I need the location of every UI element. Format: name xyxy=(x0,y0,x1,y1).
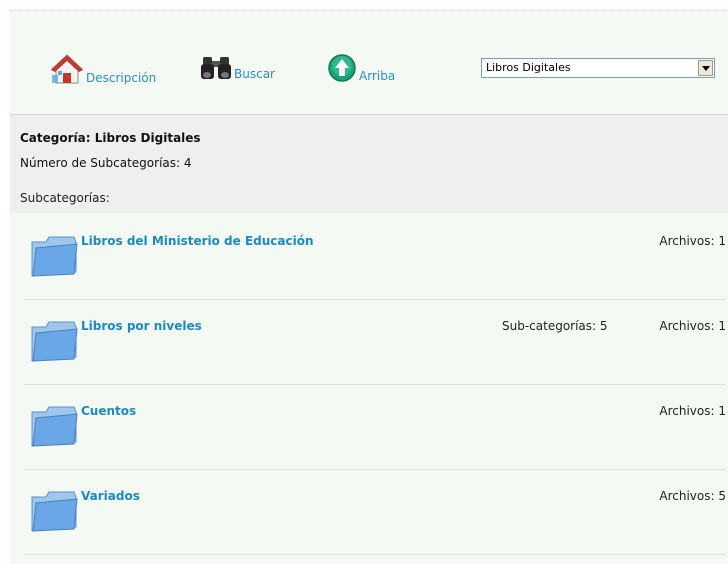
subcategory-link[interactable]: Libros del Ministerio de Educación xyxy=(81,234,314,248)
files-count: Archivos: 1 xyxy=(659,404,726,418)
folder-icon xyxy=(31,491,78,532)
search-button[interactable]: Buscar xyxy=(200,55,275,81)
folder-icon xyxy=(31,321,78,362)
up-label: Arriba xyxy=(359,69,396,83)
folder-icon xyxy=(31,236,78,277)
subcategory-link[interactable]: Variados xyxy=(81,489,140,503)
up-arrow-circle-icon xyxy=(328,54,356,82)
description-button[interactable]: Descripción xyxy=(50,53,156,85)
subcategory-count: Número de Subcategorías: 4 xyxy=(20,156,192,170)
chevron-down-icon[interactable] xyxy=(698,60,713,76)
subcategory-count-badge: Sub-categorías: 5 xyxy=(502,319,608,333)
subcategory-link[interactable]: Libros por niveles xyxy=(81,319,202,333)
search-label: Buscar xyxy=(234,67,275,81)
list-item: Libros del Ministerio de Educación Archi… xyxy=(24,214,726,300)
subcategories-header: Subcategorías: xyxy=(10,183,728,213)
list-item: Cuentos Archivos: 1 xyxy=(24,384,726,470)
subcategories-header-label: Subcategorías: xyxy=(20,191,110,205)
category-title: Categoría: Libros Digitales xyxy=(20,131,201,145)
list-item: Variados Archivos: 5 xyxy=(24,469,726,555)
files-count: Archivos: 1 xyxy=(659,319,726,333)
house-icon xyxy=(50,54,84,84)
list-item: Libros por niveles Sub-categorías: 5 Arc… xyxy=(24,299,726,385)
subcategory-link[interactable]: Cuentos xyxy=(81,404,136,418)
category-info: Categoría: Libros Digitales Número de Su… xyxy=(10,114,728,184)
files-count: Archivos: 1 xyxy=(659,234,726,248)
folder-icon xyxy=(31,406,78,447)
files-count: Archivos: 5 xyxy=(659,489,726,503)
toolbar: Descripción Buscar Arriba Libros Digital… xyxy=(10,11,728,115)
category-select[interactable]: Libros Digitales xyxy=(481,58,715,78)
binoculars-icon xyxy=(201,57,231,79)
category-select-value: Libros Digitales xyxy=(486,61,571,74)
description-label: Descripción xyxy=(86,71,157,85)
up-button[interactable]: Arriba xyxy=(327,53,395,83)
main-frame: Descripción Buscar Arriba Libros Digital… xyxy=(10,10,728,564)
